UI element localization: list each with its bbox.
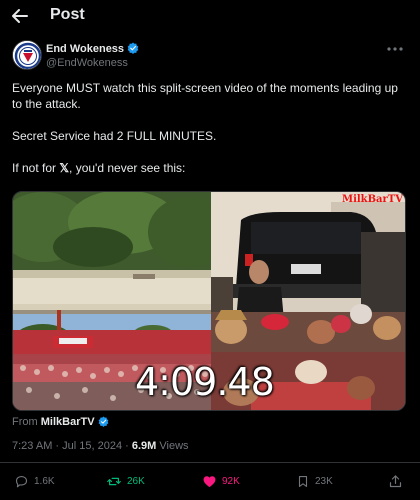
bookmark-icon — [298, 475, 308, 487]
media-source-name[interactable]: MilkBarTV — [41, 416, 95, 428]
reply-button[interactable]: 1.6K — [14, 472, 55, 490]
tweet-text: Everyone MUST watch this split-screen vi… — [12, 80, 408, 192]
x-logo-text: 𝕏 — [59, 161, 70, 175]
author-block: End Wokeness @EndWokeness — [12, 40, 408, 74]
share-button[interactable] — [388, 472, 408, 490]
tweet-line-1: Everyone MUST watch this split-screen vi… — [12, 81, 398, 111]
verified-badge-icon — [98, 416, 108, 427]
like-count: 92K — [222, 475, 240, 487]
views-count: 6.9M — [131, 440, 157, 452]
end-wokeness-logo-icon — [13, 41, 41, 69]
meta-separator: · — [122, 440, 132, 452]
video-watermark: MilkBarTV — [342, 194, 403, 205]
author-name[interactable]: End Wokeness — [46, 42, 139, 55]
divider — [0, 462, 420, 463]
page-title: Post — [50, 6, 85, 23]
media-source: From MilkBarTV — [12, 416, 109, 428]
tweet-line-3: If not for 𝕏, you'd never see this: — [12, 160, 408, 176]
media-source-prefix: From — [12, 416, 41, 428]
post-date[interactable]: Jul 15, 2024 — [62, 440, 122, 452]
heart-icon — [203, 475, 216, 487]
tweet-line-2: Secret Service had 2 FULL MINUTES. — [12, 129, 217, 143]
repost-button[interactable]: 26K — [106, 472, 145, 490]
bookmark-count: 23K — [315, 475, 333, 487]
post-time[interactable]: 7:23 AM — [12, 440, 52, 452]
tweet-line-3-post: , you'd never see this: — [69, 161, 186, 175]
reply-icon — [15, 475, 28, 487]
repost-count: 26K — [127, 475, 145, 487]
post-meta: 7:23 AM · Jul 15, 2024 · 6.9M Views — [12, 440, 189, 452]
top-bar: Post — [0, 0, 420, 32]
repost-icon — [107, 477, 121, 485]
more-options-icon[interactable] — [386, 42, 404, 56]
tweet-line-3-pre: If not for — [12, 161, 60, 175]
meta-separator: · — [52, 440, 63, 452]
back-arrow-icon[interactable] — [10, 6, 30, 26]
video-timer-overlay: 4:09.48 — [135, 360, 275, 404]
verified-badge-icon — [127, 42, 139, 54]
video-player[interactable]: MilkBarTV 4:09.48 — [12, 191, 406, 411]
author-handle[interactable]: @EndWokeness — [46, 57, 128, 69]
action-bar: 1.6K 26K 92K 23K — [0, 472, 420, 492]
author-name-text: End Wokeness — [46, 43, 125, 55]
share-icon — [389, 474, 402, 487]
like-button[interactable]: 92K — [202, 472, 240, 490]
bookmark-button[interactable]: 23K — [296, 472, 333, 490]
avatar[interactable] — [12, 40, 42, 70]
reply-count: 1.6K — [34, 475, 55, 487]
views-label: Views — [156, 440, 189, 452]
